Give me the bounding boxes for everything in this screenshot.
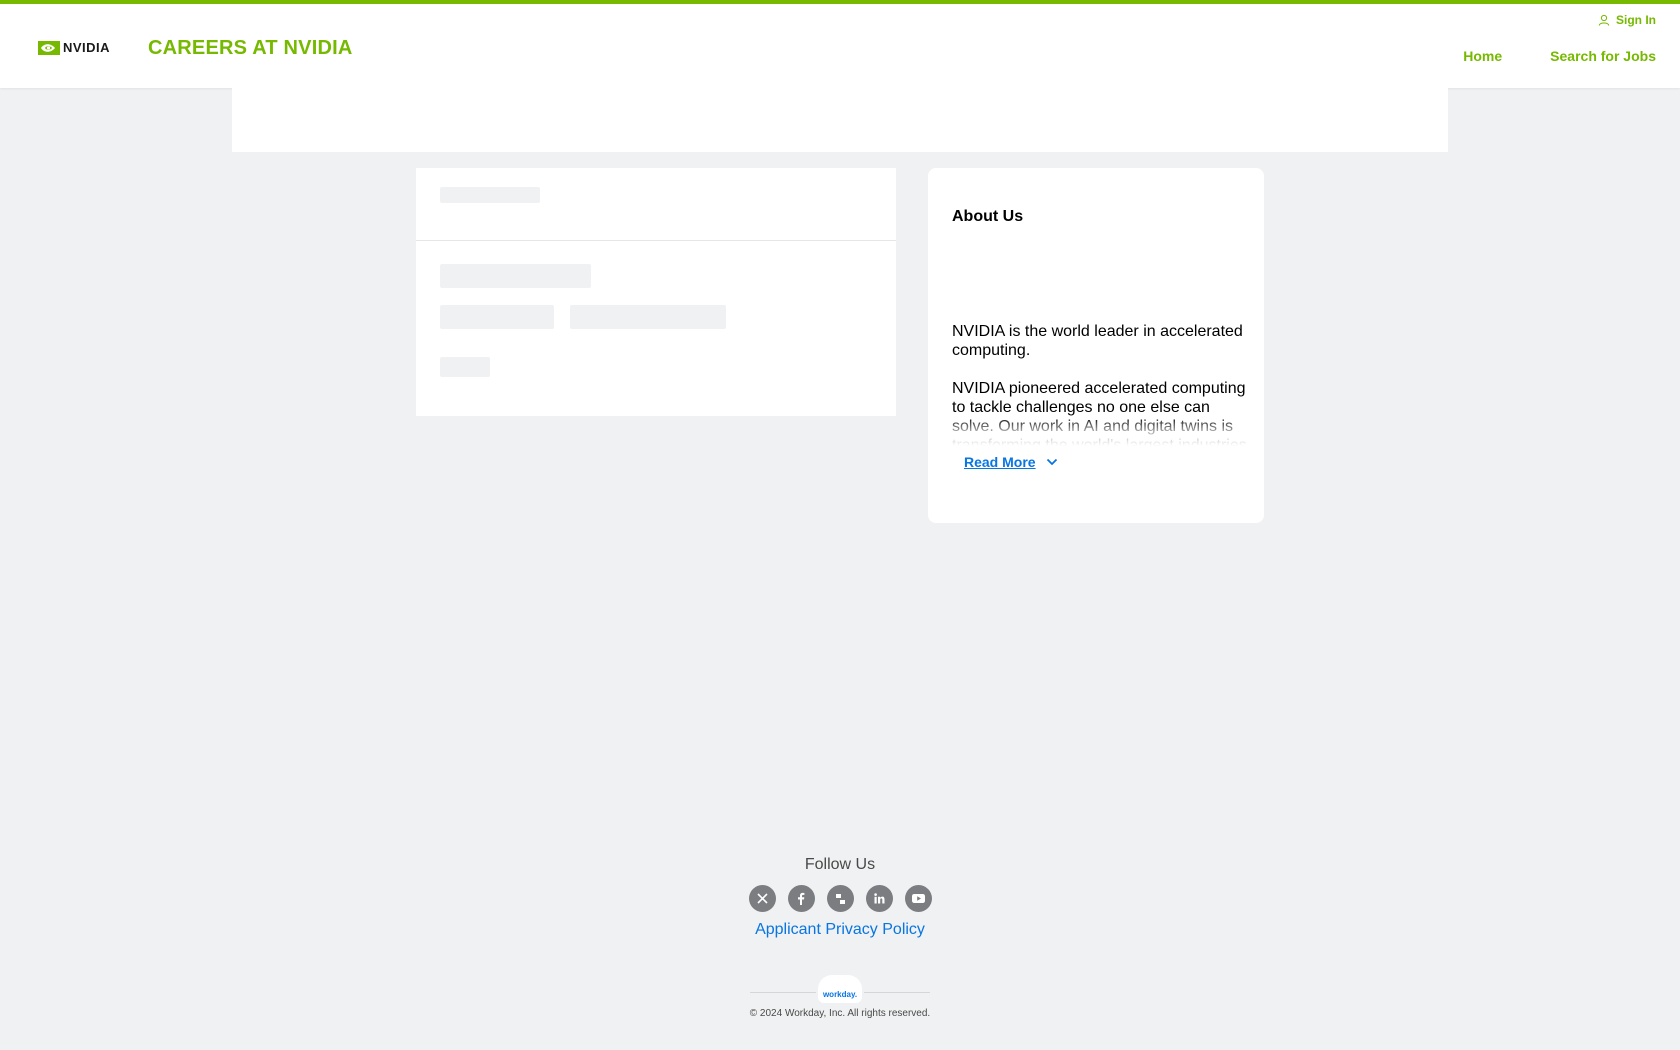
about-paragraph: NVIDIA pioneered accelerated computing t…: [952, 380, 1247, 446]
workday-branding: workday.: [750, 975, 930, 1007]
social-links: [0, 885, 1680, 912]
site-title[interactable]: CAREERS AT NVIDIA: [148, 37, 353, 60]
skeleton-line: [440, 264, 591, 288]
workday-wordmark: workday.: [822, 990, 858, 999]
nvidia-logo[interactable]: NVIDIA: [38, 40, 110, 55]
skeleton-line: [440, 187, 540, 203]
read-more-button[interactable]: Read More: [964, 454, 1058, 470]
nvidia-eye-icon: [38, 40, 60, 55]
glassdoor-icon[interactable]: [826, 885, 854, 912]
card-divider: [416, 240, 896, 241]
applicant-privacy-policy-link[interactable]: Applicant Privacy Policy: [755, 921, 925, 939]
logo-wordmark: NVIDIA: [63, 40, 111, 55]
workday-logo[interactable]: workday.: [818, 975, 862, 1003]
page-footer: Follow Us Applicant Privacy Policy: [0, 856, 1680, 939]
top-header: NVIDIA CAREERS AT NVIDIA Sign In Home Se…: [0, 0, 1680, 88]
read-more-label: Read More: [964, 454, 1036, 470]
youtube-icon[interactable]: [904, 885, 932, 912]
footer-divider: [750, 992, 816, 993]
follow-us-title: Follow Us: [804, 856, 876, 873]
copyright-text: © 2024 Workday, Inc. All rights reserved…: [749, 1008, 931, 1019]
nav-search-for-jobs[interactable]: Search for Jobs: [1550, 48, 1656, 64]
user-icon: [1598, 14, 1610, 26]
about-us-card: About Us NVIDIA is the world leader in a…: [928, 168, 1264, 523]
skeleton-line: [440, 305, 554, 329]
linkedin-icon[interactable]: [865, 885, 893, 912]
footer-divider: [864, 992, 930, 993]
sign-in-link[interactable]: Sign In: [1598, 13, 1656, 27]
about-us-text: NVIDIA is the world leader in accelerate…: [952, 322, 1248, 446]
nav-home[interactable]: Home: [1463, 48, 1502, 64]
main-nav: Home Search for Jobs: [1463, 48, 1656, 64]
hero-banner: [232, 88, 1448, 152]
skeleton-line: [570, 305, 726, 329]
skeleton-line: [440, 357, 490, 377]
about-us-title: About Us: [952, 208, 1024, 225]
sign-in-label: Sign In: [1616, 13, 1656, 27]
facebook-icon[interactable]: [787, 885, 815, 912]
x-icon[interactable]: [748, 885, 776, 912]
about-paragraph: NVIDIA is the world leader in accelerate…: [952, 323, 1243, 359]
job-details-card-loading: [416, 168, 896, 416]
chevron-down-icon: [1046, 458, 1057, 466]
